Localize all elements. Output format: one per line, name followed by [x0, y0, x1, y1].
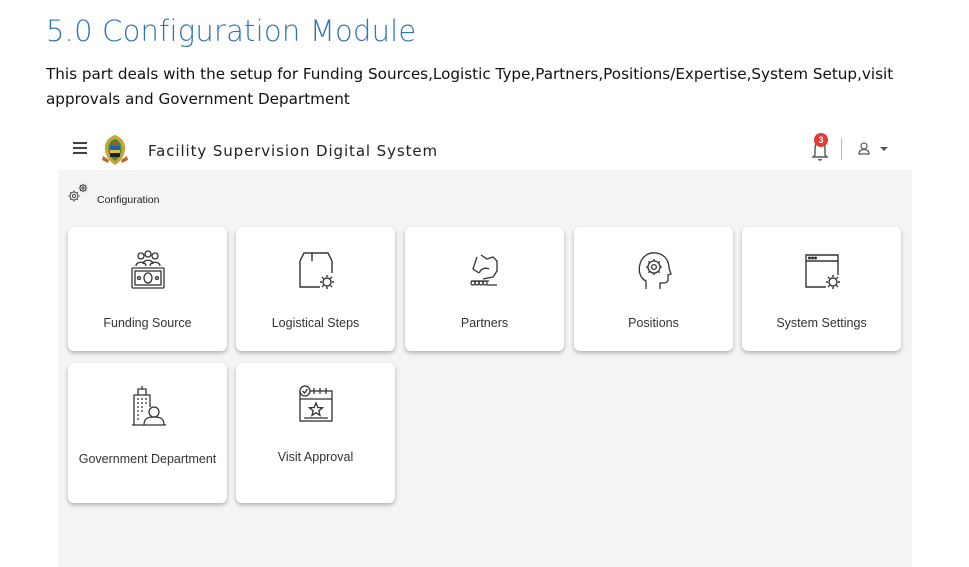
top-navbar: Facility Supervision Digital System 3: [58, 130, 912, 170]
breadcrumb-label: Configuration: [97, 194, 160, 206]
notification-badge[interactable]: 3: [814, 133, 828, 147]
breadcrumb: Configuration: [58, 170, 912, 217]
document-paragraph: This part deals with the setup for Fundi…: [46, 65, 894, 108]
coat-of-arms-logo: [102, 135, 128, 165]
calendar-star-icon: [294, 383, 338, 427]
card-system-settings[interactable]: System Settings: [742, 227, 901, 351]
card-positions[interactable]: Positions: [574, 227, 733, 351]
card-government-department[interactable]: Government Department: [68, 363, 227, 503]
app-title: Facility Supervision Digital System: [148, 142, 438, 160]
chevron-down-icon[interactable]: [880, 147, 888, 151]
gears-icon: [68, 183, 88, 202]
handshake-icon: [463, 249, 507, 293]
card-visit-approval[interactable]: Visit Approval: [236, 363, 395, 503]
funding-source-icon: [126, 249, 170, 293]
head-gear-icon: [632, 249, 676, 293]
card-label: Funding Source: [103, 316, 192, 330]
card-label: Logistical Steps: [271, 316, 360, 330]
app-screenshot: Facility Supervision Digital System 3 Co…: [58, 130, 912, 567]
menu-icon[interactable]: [73, 142, 87, 154]
logistical-steps-icon: [294, 249, 338, 293]
navbar-divider: [841, 138, 842, 160]
card-partners[interactable]: Partners: [405, 227, 564, 351]
card-label: Visit Approval: [277, 450, 354, 464]
card-label: Government Department: [78, 452, 217, 466]
card-label: Positions: [628, 316, 679, 330]
configuration-panel: Funding Source Logistical Steps Partners…: [58, 217, 912, 567]
card-label: System Settings: [776, 316, 867, 330]
card-logistical-steps[interactable]: Logistical Steps: [236, 227, 395, 351]
card-label: Partners: [460, 316, 509, 330]
government-building-icon: [126, 385, 170, 429]
document-heading: 5.0 Configuration Module: [46, 14, 417, 48]
card-funding-source[interactable]: Funding Source: [68, 227, 227, 351]
window-gear-icon: [800, 249, 844, 293]
